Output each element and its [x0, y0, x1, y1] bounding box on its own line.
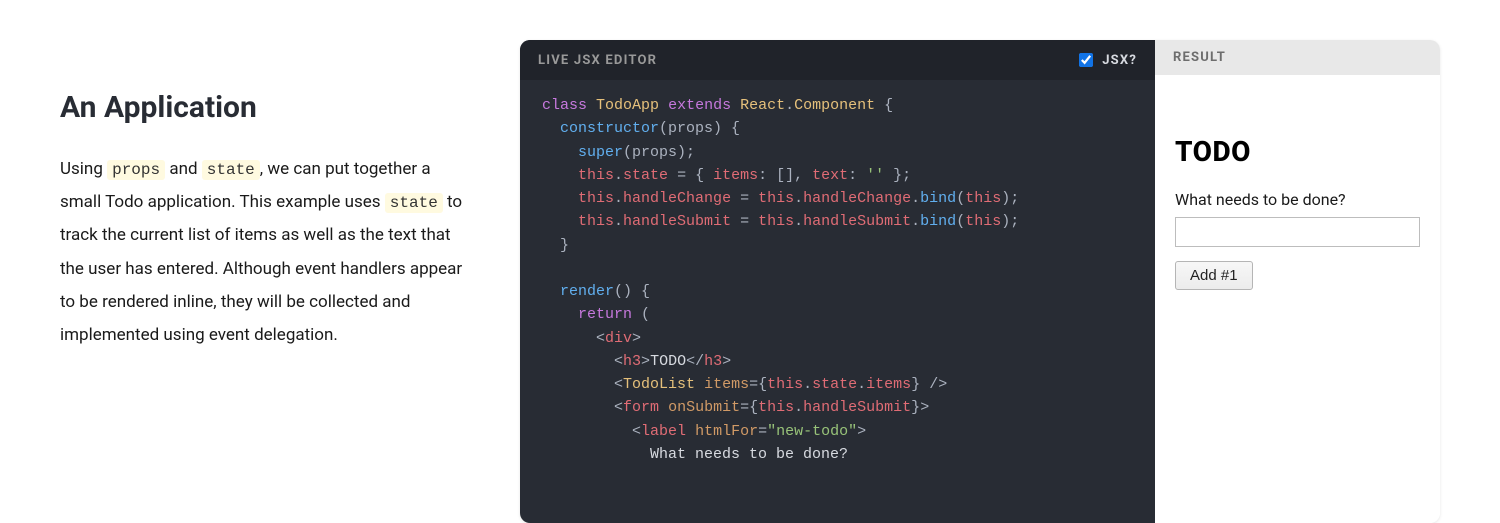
description-column: An Application Using props and state, we…: [60, 40, 470, 523]
code-props: props: [107, 160, 165, 180]
todo-input[interactable]: [1175, 217, 1420, 247]
code-state-1: state: [202, 160, 260, 180]
result-title: RESULT: [1155, 40, 1440, 75]
section-heading: An Application: [60, 90, 470, 125]
jsx-checkbox[interactable]: [1079, 53, 1093, 67]
editor-header: LIVE JSX EDITOR JSX?: [520, 40, 1155, 80]
result-body: TODO What needs to be done? Add #1: [1155, 75, 1440, 310]
todo-heading: TODO: [1175, 135, 1420, 168]
code-state-2: state: [385, 193, 443, 213]
jsx-toggle[interactable]: JSX?: [1075, 50, 1137, 70]
add-button[interactable]: Add #1: [1175, 261, 1253, 290]
jsx-label: JSX?: [1102, 53, 1137, 68]
editor-pane: LIVE JSX EDITOR JSX? class TodoApp exten…: [520, 40, 1155, 523]
result-pane: RESULT TODO What needs to be done? Add #…: [1155, 40, 1440, 523]
todo-label: What needs to be done?: [1175, 190, 1420, 209]
example-panel: LIVE JSX EDITOR JSX? class TodoApp exten…: [520, 40, 1440, 523]
code-editor[interactable]: class TodoApp extends React.Component { …: [520, 80, 1155, 523]
editor-title: LIVE JSX EDITOR: [538, 53, 657, 68]
section-paragraph: Using props and state, we can put togeth…: [60, 153, 470, 352]
page-root: An Application Using props and state, we…: [0, 0, 1500, 523]
